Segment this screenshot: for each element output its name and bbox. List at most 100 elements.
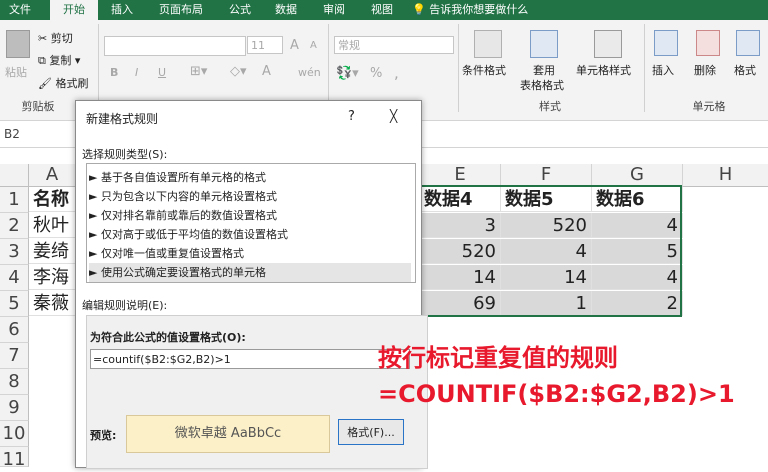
cell-a3[interactable]: 姜绮 <box>29 239 76 264</box>
separator <box>644 24 645 112</box>
row-header[interactable]: 4 <box>0 265 29 291</box>
tell-me-text: 告诉我你想要做什么 <box>429 3 529 16</box>
rule-type-item[interactable]: ► 基于各自值设置所有单元格的格式 <box>89 168 411 187</box>
cell-style-button[interactable]: 单元格样式 <box>576 62 631 78</box>
cell-e2[interactable]: 3 <box>420 213 501 238</box>
insert-cells-button[interactable]: 插入 <box>652 62 674 78</box>
help-button[interactable]: ? <box>348 109 355 124</box>
cell-a1[interactable]: 名称 <box>29 187 76 212</box>
underline-button[interactable]: U <box>158 66 166 79</box>
comma-button[interactable]: , <box>394 64 399 82</box>
table-format-icon[interactable] <box>530 30 558 58</box>
rule-type-item[interactable]: ► 只为包含以下内容的单元格设置格式 <box>89 187 411 206</box>
table-format-button[interactable]: 套用 <box>533 62 555 78</box>
tell-me-box[interactable]: 💡 告诉我你想要做什么 <box>412 0 562 20</box>
cut-button[interactable]: ✂ 剪切 <box>38 30 73 46</box>
column-header-f[interactable]: F <box>501 164 592 187</box>
tab-data[interactable]: 数据 <box>264 0 308 20</box>
cell-f3[interactable]: 4 <box>501 239 592 264</box>
font-name-dropdown[interactable] <box>104 36 246 56</box>
cell-g4[interactable]: 4 <box>592 265 683 290</box>
format-button[interactable]: 格式(F)... <box>338 419 404 445</box>
number-format-dropdown[interactable]: 常规 <box>334 36 454 54</box>
copy-button[interactable]: ⧉ 复制 ▾ <box>38 52 80 68</box>
phonetic-button[interactable]: wén <box>298 66 321 79</box>
column-header-h[interactable]: H <box>683 164 768 187</box>
row-header[interactable]: 3 <box>0 239 29 265</box>
row-header[interactable]: 7 <box>0 343 29 369</box>
styles-group-label: 样式 <box>539 100 561 113</box>
tab-formulas[interactable]: 公式 <box>218 0 262 20</box>
cell-g2[interactable]: 4 <box>592 213 683 238</box>
delete-cells-icon[interactable] <box>696 30 720 56</box>
currency-icon[interactable]: 💱▾ <box>336 66 359 81</box>
format-cells-icon[interactable] <box>736 30 760 56</box>
font-size-dropdown[interactable]: 11 <box>247 36 283 54</box>
row-header[interactable]: 9 <box>0 395 29 421</box>
row-header[interactable]: 5 <box>0 291 29 317</box>
column-header-e[interactable]: E <box>420 164 501 187</box>
tab-file[interactable]: 文件 <box>0 0 40 20</box>
edit-rule-desc-label: 编辑规则说明(E): <box>82 299 168 312</box>
bold-button[interactable]: B <box>110 66 118 79</box>
shrink-font-button[interactable]: A <box>310 40 317 51</box>
grow-font-button[interactable]: A <box>290 38 299 53</box>
paste-icon[interactable] <box>6 30 30 58</box>
cell-e3[interactable]: 520 <box>420 239 501 264</box>
cell-f4[interactable]: 14 <box>501 265 592 290</box>
cell-a2[interactable]: 秋叶 <box>29 213 76 238</box>
border-icon[interactable]: ⊞▾ <box>190 64 207 79</box>
tab-home[interactable]: 开始 <box>50 0 98 20</box>
column-header-g[interactable]: G <box>592 164 683 187</box>
rule-type-item[interactable]: ► 仅对唯一值或重复值设置格式 <box>89 244 411 263</box>
cell-a5[interactable]: 秦薇 <box>29 291 76 316</box>
copy-icon: ⧉ <box>38 54 46 67</box>
cell-a4[interactable]: 李海 <box>29 265 76 290</box>
cut-label: 剪切 <box>50 32 73 45</box>
cell-g5[interactable]: 2 <box>592 291 683 316</box>
format-painter-label: 格式刷 <box>55 77 89 90</box>
rule-type-item[interactable]: ► 仅对高于或低于平均值的数值设置格式 <box>89 225 411 244</box>
row-header[interactable]: 6 <box>0 317 29 343</box>
row-header[interactable]: 10 <box>0 421 29 447</box>
cell-style-icon[interactable] <box>594 30 622 58</box>
cell-f1[interactable]: 数据5 <box>501 187 592 212</box>
paste-button[interactable]: 粘贴 <box>5 64 27 80</box>
column-header-a[interactable]: A <box>29 164 76 187</box>
cell-f5[interactable]: 1 <box>501 291 592 316</box>
name-box[interactable]: B2 <box>4 127 20 141</box>
cells-group-label: 单元格 <box>692 100 726 113</box>
cell-e5[interactable]: 69 <box>420 291 501 316</box>
tab-view[interactable]: 视图 <box>360 0 404 20</box>
cell-f2[interactable]: 520 <box>501 213 592 238</box>
percent-button[interactable]: % <box>370 66 382 81</box>
cell-e4[interactable]: 14 <box>420 265 501 290</box>
tab-page-layout[interactable]: 页面布局 <box>146 0 216 20</box>
separator <box>98 24 99 112</box>
font-color-button[interactable]: A <box>262 64 271 79</box>
close-button[interactable]: ╳ <box>390 109 397 123</box>
format-painter-button[interactable]: 🖌 格式刷 <box>38 75 88 91</box>
fill-color-icon[interactable]: ◇▾ <box>230 64 247 79</box>
delete-cells-button[interactable]: 删除 <box>694 62 716 78</box>
formula-input[interactable]: =countif($B2:$G2,B2)>1 <box>90 349 410 369</box>
cell-g3[interactable]: 5 <box>592 239 683 264</box>
rule-type-item-selected[interactable]: ► 使用公式确定要设置格式的单元格 <box>89 263 411 282</box>
italic-button[interactable]: I <box>135 66 138 79</box>
cell-g1[interactable]: 数据6 <box>592 187 683 212</box>
tab-insert[interactable]: 插入 <box>100 0 144 20</box>
tab-review[interactable]: 审阅 <box>310 0 358 20</box>
select-all-corner[interactable] <box>0 164 29 187</box>
lightbulb-icon: 💡 <box>412 3 426 16</box>
ribbon-tab-bar: 文件 开始 插入 页面布局 公式 数据 审阅 视图 💡 告诉我你想要做什么 <box>0 0 768 20</box>
row-header[interactable]: 8 <box>0 369 29 395</box>
row-header[interactable]: 1 <box>0 187 29 213</box>
insert-cells-icon[interactable] <box>654 30 678 56</box>
format-cells-button[interactable]: 格式 <box>734 62 756 78</box>
conditional-format-icon[interactable] <box>474 30 502 58</box>
rule-type-item[interactable]: ► 仅对排名靠前或靠后的数值设置格式 <box>89 206 411 225</box>
row-header[interactable]: 11 <box>0 447 29 470</box>
row-header[interactable]: 2 <box>0 213 29 239</box>
conditional-format-button[interactable]: 条件格式 <box>462 62 506 78</box>
cell-e1[interactable]: 数据4 <box>420 187 501 212</box>
